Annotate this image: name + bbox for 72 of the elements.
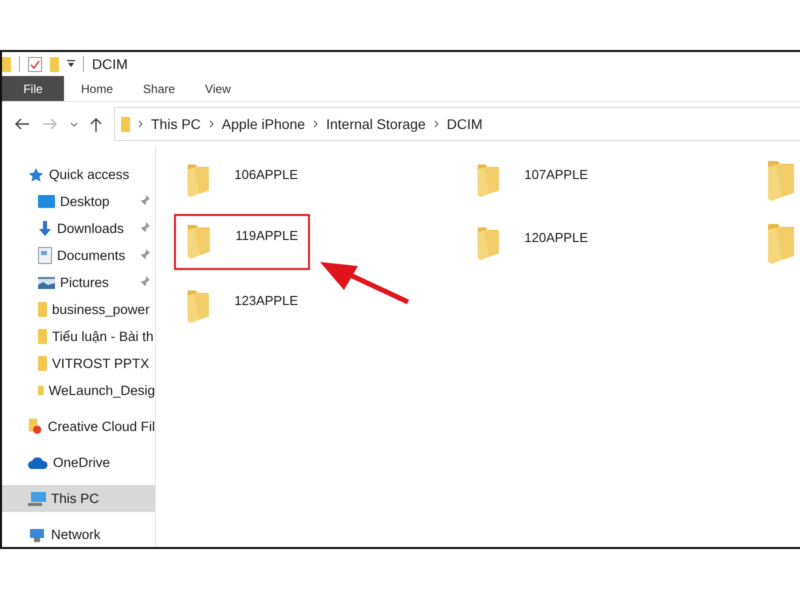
folder-item[interactable]: 123APPLE <box>174 279 310 335</box>
folder-icon <box>38 329 47 344</box>
sidebar-item-label: VITROST PPTX <box>52 356 150 371</box>
sidebar-item-label: Creative Cloud Fil <box>48 419 155 434</box>
ribbon-tab[interactable]: Home <box>66 76 128 101</box>
folder-icon <box>2 56 11 72</box>
sidebar-item[interactable]: VITROST PPTX <box>2 350 155 377</box>
star-icon <box>28 166 44 182</box>
sidebar-item-label: Network <box>51 527 101 542</box>
sidebar-item-label: Desktop <box>60 194 110 209</box>
address-bar[interactable]: This PC Apple iPhone Internal Storage DCIM <box>114 107 800 141</box>
file-menu-button[interactable]: File <box>2 76 64 101</box>
folder-item[interactable]: 120APPLE <box>464 216 600 272</box>
network-icon <box>28 527 46 542</box>
chevron-right-icon <box>434 120 439 128</box>
sidebar-item-label: Downloads <box>57 221 124 236</box>
folder-with-badge-icon <box>28 418 43 435</box>
sidebar-item-label: WeLaunch_Desig <box>48 383 155 398</box>
folder-icon <box>38 383 44 398</box>
breadcrumb-item[interactable]: Internal Storage <box>326 116 426 132</box>
chevron-right-icon <box>138 120 143 128</box>
folder-name: 119APPLE <box>235 228 298 243</box>
sidebar-item[interactable]: business_power <box>2 296 155 323</box>
back-icon[interactable] <box>14 118 30 130</box>
download-arrow-icon <box>38 221 52 236</box>
folder-name: 120APPLE <box>524 230 588 245</box>
dropdown-icon[interactable] <box>67 60 75 68</box>
folder-name: 106APPLE <box>234 167 298 182</box>
sidebar-item[interactable]: Creative Cloud Fil <box>2 413 155 440</box>
sidebar-item[interactable]: Pictures <box>2 269 155 296</box>
folder-icon <box>766 222 796 264</box>
sidebar-item-label: This PC <box>51 491 100 506</box>
sidebar-item-label: Pictures <box>60 275 109 290</box>
breadcrumb-item[interactable]: This PC <box>151 116 201 132</box>
sidebar-item-label: OneDrive <box>53 455 110 470</box>
folder-icon <box>38 302 47 317</box>
sidebar-item[interactable]: Desktop <box>2 188 155 215</box>
ribbon-tab[interactable]: Share <box>128 76 190 101</box>
desktop-icon <box>38 195 55 208</box>
folder-icon <box>38 356 47 371</box>
folder-item[interactable]: 106APPLE <box>174 153 310 209</box>
picture-icon <box>38 276 55 288</box>
window-title: DCIM <box>92 56 128 72</box>
sidebar-item[interactable]: Network <box>2 521 155 547</box>
document-icon <box>38 247 52 264</box>
folder-name: 107APPLE <box>524 167 588 182</box>
ribbon-tab[interactable]: View <box>190 76 246 101</box>
sidebar-item[interactable]: Quick access <box>2 161 155 188</box>
sidebar-item[interactable]: WeLaunch_Desig <box>2 377 155 404</box>
chevron-down-icon[interactable] <box>70 122 78 126</box>
sidebar-item[interactable]: Documents <box>2 242 155 269</box>
computer-icon <box>28 492 46 506</box>
breadcrumb-item[interactable]: Apple iPhone <box>222 116 306 132</box>
sidebar-item[interactable]: OneDrive <box>2 449 155 476</box>
chevron-right-icon <box>313 120 318 128</box>
folder-icon <box>50 56 59 72</box>
folder-item[interactable]: 107APPLE <box>464 153 600 209</box>
sidebar-item[interactable]: Tiểu luận - Bài th <box>2 323 155 350</box>
folder-icon <box>766 159 796 201</box>
sidebar-item[interactable]: This PC <box>2 485 155 512</box>
sidebar-item-label: Documents <box>57 248 126 263</box>
folder-name: 123APPLE <box>234 293 298 308</box>
breadcrumb-item[interactable]: DCIM <box>446 116 482 132</box>
up-arrow-icon[interactable] <box>90 116 102 132</box>
chevron-right-icon <box>208 120 214 128</box>
sidebar-item-label: business_power <box>52 302 150 317</box>
folder-icon <box>121 116 130 132</box>
properties-icon[interactable] <box>28 56 42 72</box>
sidebar-item[interactable]: Downloads <box>2 215 155 242</box>
sidebar-item-label: Tiểu luận - Bài th <box>52 329 154 344</box>
cloud-icon <box>28 456 48 468</box>
sidebar-item-label: Quick access <box>49 167 130 182</box>
